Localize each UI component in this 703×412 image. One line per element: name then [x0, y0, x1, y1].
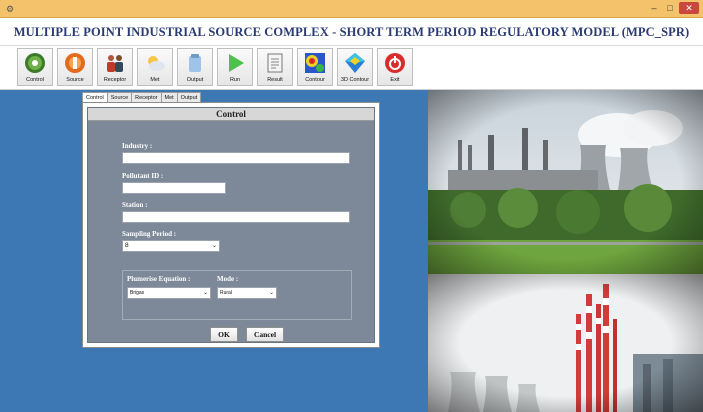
power-plant-illustration — [428, 90, 703, 274]
toolbar-result-button[interactable]: Result — [257, 48, 293, 86]
power-icon — [385, 53, 405, 73]
maximize-button[interactable]: □ — [663, 2, 677, 14]
industry-field[interactable] — [122, 152, 350, 164]
toolbar-exit-button[interactable]: Exit — [377, 48, 413, 86]
pollutant-id-label: Pollutant ID : — [122, 172, 164, 180]
toolbar-3d-contour-button[interactable]: 3D Contour — [337, 48, 373, 86]
chevron-down-icon: ⌄ — [268, 290, 274, 296]
station-label: Station : — [122, 201, 148, 209]
weather-icon — [148, 56, 165, 71]
document-icon — [267, 53, 283, 73]
toolbar-met-button[interactable]: Met — [137, 48, 173, 86]
mode-value: Rural — [220, 290, 232, 296]
toolbar-label: 3D Contour — [340, 77, 370, 83]
app-title: MULTIPLE POINT INDUSTRIAL SOURCE COMPLEX… — [13, 25, 690, 39]
plumerise-group: Plumerise Equation : Brigas ⌄ Mode : Rur… — [122, 270, 352, 320]
sampling-period-value: 8 — [125, 242, 129, 249]
station-field[interactable] — [122, 211, 350, 223]
toolbar-source-button[interactable]: Source — [57, 48, 93, 86]
industry-label: Industry : — [122, 142, 153, 150]
toolbar-contour-button[interactable]: Contour — [297, 48, 333, 86]
toolbar-label: Exit — [390, 77, 400, 83]
mode-label: Mode : — [217, 275, 239, 283]
toolbar-receptor-button[interactable]: Receptor — [97, 48, 133, 86]
toolbar: Control Source Receptor Met Output Run R… — [0, 46, 703, 90]
toolbar-label: Result — [267, 77, 283, 83]
toolbar-label: Met — [150, 77, 160, 83]
cancel-button[interactable]: Cancel — [246, 327, 284, 342]
control-form: Control Industry : Pollutant ID : Statio… — [87, 107, 375, 343]
sampling-period-select[interactable]: 8 ⌄ — [122, 240, 220, 252]
toolbar-label: Run — [229, 77, 241, 83]
toolbar-run-button[interactable]: Run — [217, 48, 253, 86]
plumerise-equation-select[interactable]: Brigas ⌄ — [127, 287, 211, 299]
toolbar-label: Output — [186, 77, 204, 83]
minimize-button[interactable]: – — [647, 2, 661, 14]
ok-button[interactable]: OK — [210, 327, 238, 342]
3d-contour-icon — [345, 53, 365, 73]
gear-icon — [25, 53, 45, 73]
control-heading: Control — [88, 108, 374, 121]
chevron-down-icon: ⌄ — [202, 290, 208, 296]
mode-select[interactable]: Rural ⌄ — [217, 287, 277, 299]
window-controls: – □ ✕ — [647, 2, 699, 14]
close-button[interactable]: ✕ — [679, 2, 699, 14]
plumerise-equation-label: Plumerise Equation : — [127, 275, 191, 283]
contour-map-icon — [305, 53, 325, 73]
chevron-down-icon: ⌄ — [211, 243, 217, 249]
people-icon — [107, 55, 123, 72]
smokestacks-illustration — [428, 274, 703, 412]
sampling-period-label: Sampling Period : — [122, 230, 177, 238]
toolbar-label: Source — [66, 77, 84, 83]
power-plant-photo — [428, 90, 703, 274]
output-icon — [189, 54, 201, 72]
toolbar-control-button[interactable]: Control — [17, 48, 53, 86]
smokestacks-photo — [428, 274, 703, 412]
app-icon[interactable]: ⚙ — [4, 3, 16, 15]
source-icon — [65, 53, 85, 73]
toolbar-label: Receptor — [103, 77, 127, 83]
toolbar-label: Control — [26, 77, 44, 83]
plumerise-equation-value: Brigas — [130, 290, 145, 296]
toolbar-output-button[interactable]: Output — [177, 48, 213, 86]
pollutant-id-field[interactable] — [122, 182, 226, 194]
control-panel: Control Industry : Pollutant ID : Statio… — [82, 102, 380, 348]
window-title-bar: ⚙ – □ ✕ — [0, 0, 703, 18]
play-icon — [229, 54, 244, 72]
application-window: ⚙ – □ ✕ MULTIPLE POINT INDUSTRIAL SOURCE… — [0, 0, 703, 412]
toolbar-label: Contour — [305, 77, 325, 83]
app-header: MULTIPLE POINT INDUSTRIAL SOURCE COMPLEX… — [0, 18, 703, 46]
